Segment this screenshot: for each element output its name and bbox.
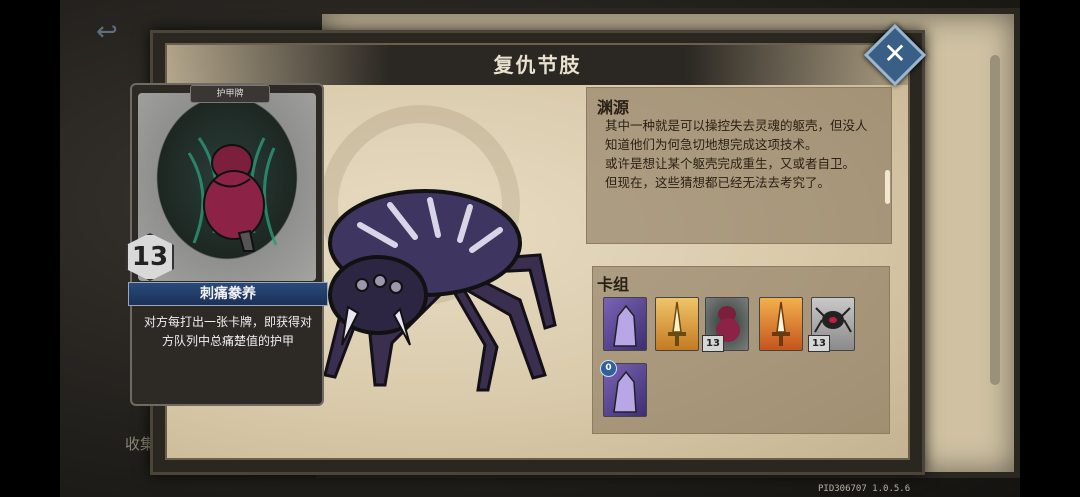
deck-card-cost-top: 0 bbox=[600, 360, 617, 377]
lore-paragraph-2: 或许是想让某个躯壳完成重生，又或者自卫。 bbox=[605, 156, 856, 171]
pain-figure-icon bbox=[187, 137, 278, 252]
lore-scrollbar[interactable] bbox=[885, 170, 890, 204]
deck-title: 卡组 bbox=[597, 275, 630, 294]
deck-card-spider[interactable]: 13 bbox=[808, 297, 855, 352]
card-description: 对方每打出一张卡牌，即获得对方队列中总痛楚值的护甲 bbox=[143, 315, 312, 348]
close-icon[interactable]: ✕ bbox=[873, 33, 917, 77]
armor-card[interactable]: 护甲牌 13 刺痛豢养 对方每打出一张卡牌，即获得对方队列中总痛楚值的护甲 bbox=[126, 83, 328, 406]
lore-panel[interactable]: 渊源 其中一种就是可以操控失去灵魂的躯壳，但没人知道他们为何急切地想完成这项技术… bbox=[586, 87, 892, 244]
deck-card-purple-hand-2[interactable]: 0 bbox=[600, 360, 647, 417]
lore-title: 渊源 bbox=[597, 98, 630, 117]
deck-card-golden-sword[interactable] bbox=[655, 297, 699, 351]
lore-paragraph-3: 但现在，这些猜想都已经无法去考究了。 bbox=[605, 175, 831, 190]
letterbox-left bbox=[0, 0, 60, 497]
card-type-label: 护甲牌 bbox=[190, 85, 270, 103]
hand-icon bbox=[613, 304, 637, 347]
sword-icon bbox=[668, 301, 686, 346]
lore-paragraph-1: 其中一种就是可以操控失去灵魂的躯壳，但没人知道他们为何急切地想完成这项技术。 bbox=[605, 118, 868, 152]
deck-card-flaming-sword[interactable] bbox=[759, 297, 803, 351]
background-scrollbar[interactable] bbox=[990, 55, 1000, 385]
deck-card-purple-hand[interactable] bbox=[603, 297, 647, 351]
letterbox-right bbox=[1020, 0, 1080, 497]
build-id: PID306707 1.0.5.6 bbox=[818, 484, 911, 494]
spider-illustration bbox=[300, 185, 560, 400]
lore-text: 其中一种就是可以操控失去灵魂的躯壳，但没人知道他们为何急切地想完成这项技术。 或… bbox=[605, 116, 875, 192]
deck-card-cost: 13 bbox=[808, 335, 830, 352]
title-bar: 复仇节肢 bbox=[167, 45, 908, 85]
back-arrow-icon[interactable]: ↩ bbox=[96, 19, 130, 45]
modal-title: 复仇节肢 bbox=[493, 53, 582, 77]
deck-card-pain-figure[interactable]: 13 bbox=[702, 297, 749, 352]
flaming-sword-icon bbox=[772, 301, 790, 346]
deck-card-cost: 13 bbox=[702, 335, 724, 352]
deck-panel: 卡组 13 13 0 bbox=[592, 266, 890, 434]
card-name: 刺痛豢养 bbox=[128, 282, 328, 306]
